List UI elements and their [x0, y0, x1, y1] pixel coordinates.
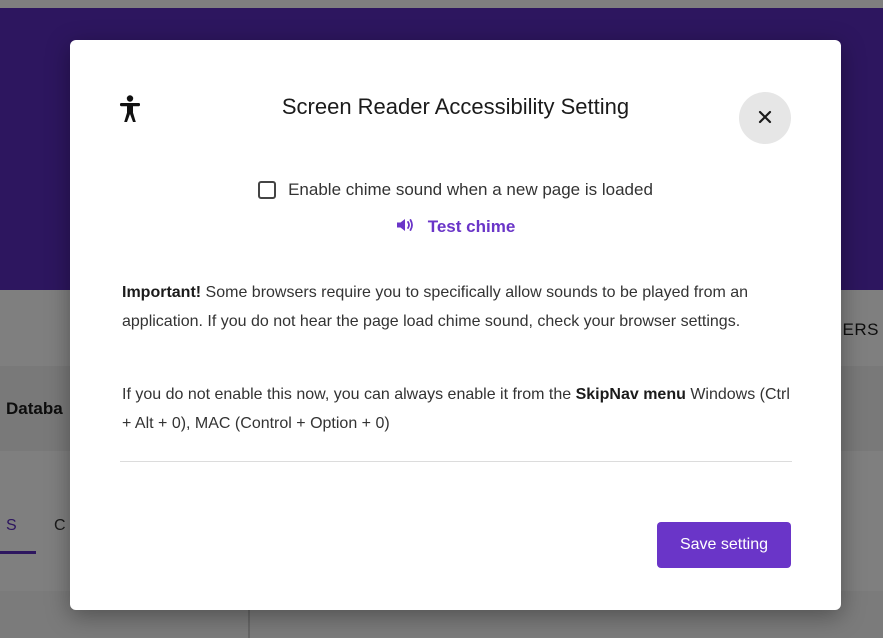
skipnav-menu-label: SkipNav menu: [575, 386, 686, 403]
dialog-title: Screen Reader Accessibility Setting: [281, 94, 630, 119]
important-label: Important!: [122, 284, 202, 301]
chime-checkbox-label[interactable]: Enable chime sound when a new page is lo…: [288, 180, 653, 200]
enable-text-before: If you do not enable this now, you can a…: [122, 386, 576, 403]
enable-later-notice: If you do not enable this now, you can a…: [122, 380, 794, 438]
chime-option-row: Enable chime sound when a new page is lo…: [70, 180, 841, 200]
test-chime-label: Test chime: [427, 217, 516, 236]
close-icon: [757, 109, 773, 128]
accessibility-settings-dialog: Screen Reader Accessibility Setting Enab…: [70, 40, 841, 610]
close-button[interactable]: [739, 92, 791, 144]
important-notice: Important! Some browsers require you to …: [122, 278, 794, 336]
speaker-icon: [396, 217, 414, 237]
important-text: Some browsers require you to specificall…: [122, 284, 749, 330]
save-setting-button[interactable]: Save setting: [657, 522, 791, 568]
test-chime-button[interactable]: Test chime: [70, 217, 841, 237]
dialog-divider: [120, 461, 792, 462]
accessibility-person-icon: [119, 95, 141, 123]
chime-checkbox[interactable]: [258, 181, 277, 199]
